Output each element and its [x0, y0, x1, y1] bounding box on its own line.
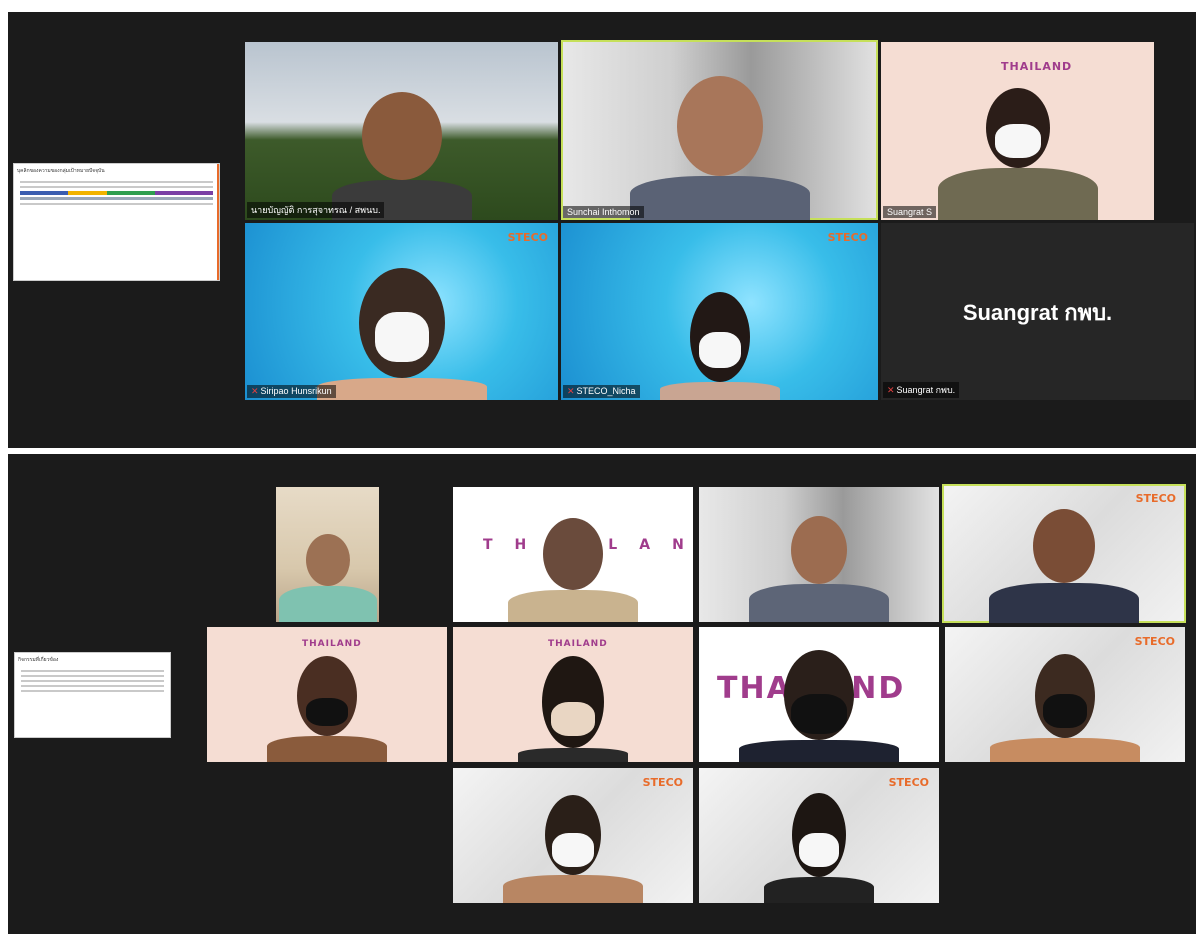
thailand-logo: THAILAND [548, 639, 608, 649]
video-off-name: Suangrat กพบ. [962, 300, 1113, 325]
participant-figure [316, 268, 487, 400]
video-tile-participant-5[interactable]: STECO ✕ STECO_Nicha [561, 223, 878, 400]
video-tile-b1[interactable] [276, 487, 379, 622]
steco-logo: STECO [827, 231, 868, 244]
participant-figure [989, 509, 1139, 623]
steco-logo: STECO [507, 231, 548, 244]
mic-muted-icon: ✕ [251, 386, 259, 396]
mic-muted-icon: ✕ [567, 386, 575, 396]
video-tile-participant-1[interactable]: นายบัญญัติ การสุจาทรณ / สพนบ. [245, 42, 558, 220]
thailand-logo: THAILAND [1001, 60, 1073, 73]
participant-name-label: Suangrat S [883, 206, 937, 218]
video-tile-participant-3[interactable]: THAILAND Suangrat S [881, 42, 1154, 220]
steco-logo: STECO [642, 776, 683, 789]
steco-logo: STECO [888, 776, 929, 789]
participant-name-label: ✕ STECO_Nicha [563, 385, 640, 398]
video-tile-b2[interactable]: THAILAND [453, 487, 693, 622]
steco-logo: STECO [1134, 635, 1175, 648]
participant-figure [990, 654, 1140, 762]
video-tile-participant-4[interactable]: STECO ✕ Siripao Hunsrikun [245, 223, 558, 400]
slide-header: กิจกรรมที่เกี่ยวข้อง [18, 657, 59, 663]
steco-logo: STECO [1135, 492, 1176, 505]
video-tile-b8[interactable]: STECO [945, 627, 1185, 762]
participant-figure [518, 656, 628, 762]
slide-accent-bar [217, 164, 219, 280]
video-tile-participant-2[interactable]: Sunchai Inthomon [561, 40, 878, 220]
video-tile-participant-6[interactable]: Suangrat กพบ. ✕ Suangrat กพบ. [881, 223, 1194, 400]
thailand-logo: THAILAND [302, 639, 362, 649]
participant-figure [739, 650, 899, 762]
participant-figure [503, 795, 643, 903]
participant-figure [764, 793, 874, 903]
video-tile-b9[interactable]: STECO [453, 768, 693, 903]
mic-muted-icon: ✕ [887, 385, 895, 395]
participant-name-label: ✕ Suangrat กพบ. [883, 382, 960, 398]
participant-figure [267, 656, 387, 762]
participant-figure [331, 92, 472, 220]
participant-name-label: Sunchai Inthomon [563, 206, 644, 218]
participant-figure [659, 292, 780, 400]
participant-figure [749, 516, 889, 622]
video-tile-b7[interactable]: THAILAND [699, 627, 939, 762]
slide-header: บุคลิกของความของกลุ่มเป้าหมายปัจจุบัน [17, 168, 105, 174]
participant-name-label: นายบัญญัติ การสุจาทรณ / สพนบ. [247, 202, 385, 218]
participant-figure [508, 518, 638, 622]
video-tile-b6[interactable]: THAILAND [453, 627, 693, 762]
video-tile-b3[interactable] [699, 487, 939, 622]
participant-name-label: ✕ Siripao Hunsrikun [247, 385, 336, 398]
top-meeting-panel: บุคลิกของความของกลุ่มเป้าหมายปัจจุบัน นา… [8, 12, 1196, 448]
bottom-meeting-panel: กิจกรรมที่เกี่ยวข้อง THAILAND STECO THAI… [8, 454, 1196, 934]
participant-figure [937, 88, 1098, 220]
participant-figure [629, 76, 810, 220]
video-tile-b5[interactable]: THAILAND [207, 627, 447, 762]
video-tile-b4[interactable]: STECO [942, 484, 1186, 623]
shared-slide-thumbnail[interactable]: กิจกรรมที่เกี่ยวข้อง [14, 652, 171, 738]
participant-figure [278, 534, 377, 622]
video-tile-b10[interactable]: STECO [699, 768, 939, 903]
shared-slide-thumbnail[interactable]: บุคลิกของความของกลุ่มเป้าหมายปัจจุบัน [13, 163, 220, 281]
